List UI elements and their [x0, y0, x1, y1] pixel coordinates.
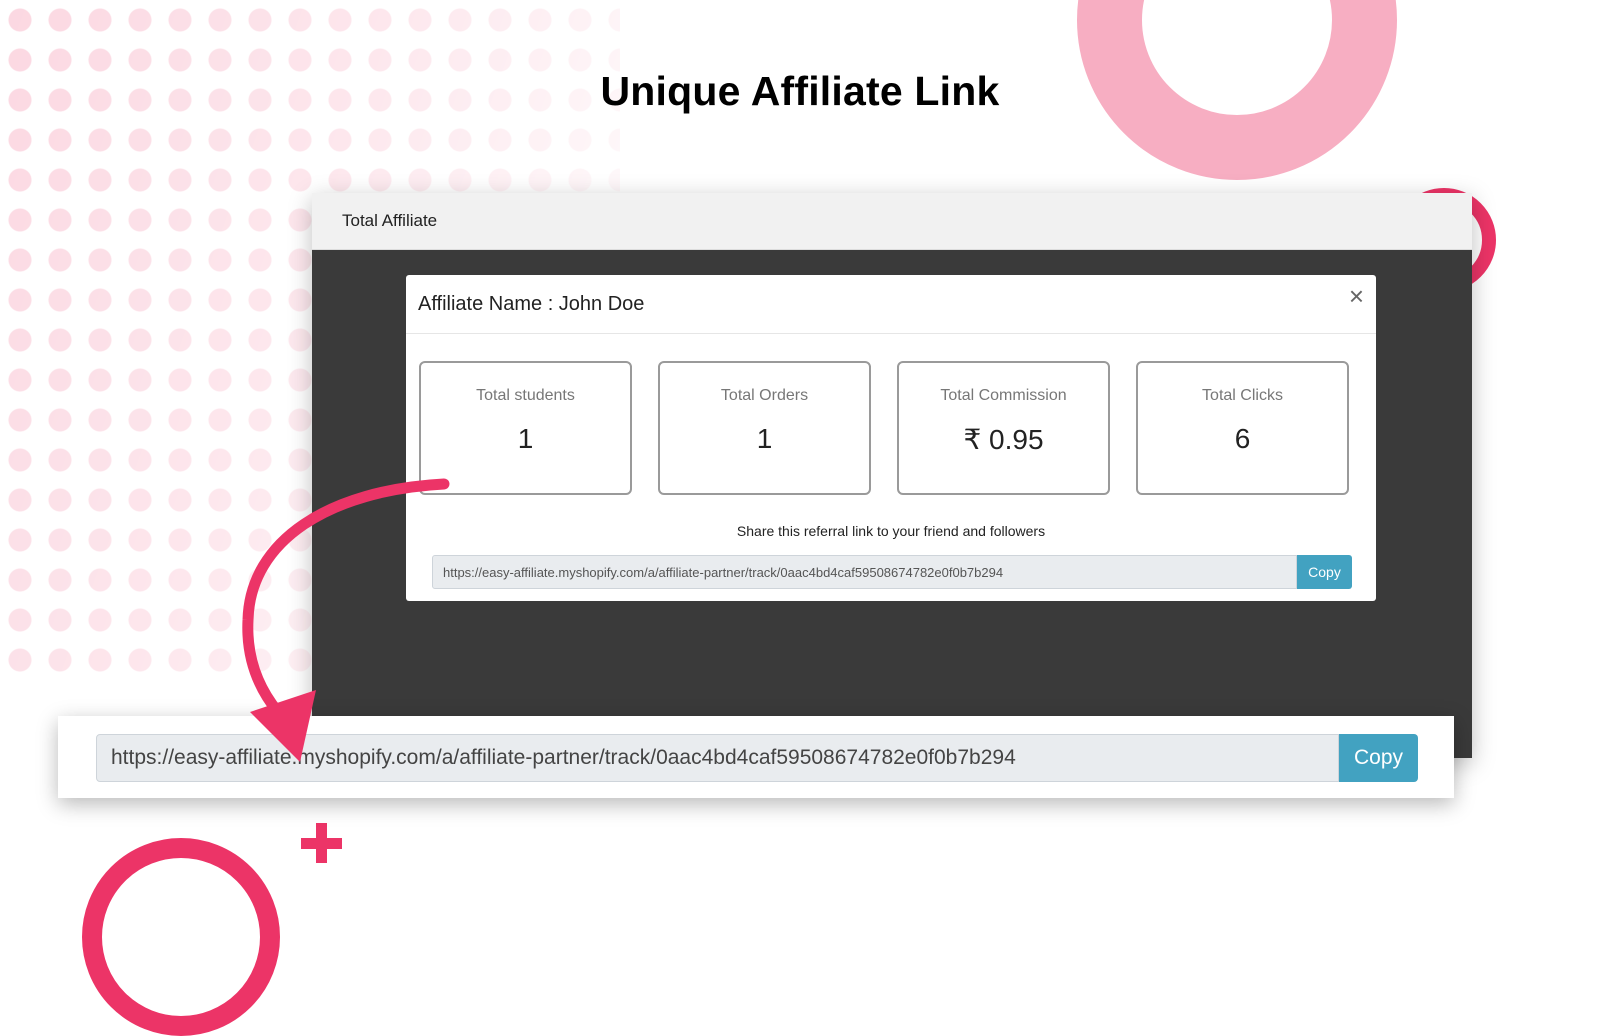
modal-title: Affiliate Name : John Doe [418, 292, 645, 315]
stat-value: 1 [756, 423, 773, 454]
stat-label: Total Commission [940, 387, 1067, 404]
zoomed-copy-button[interactable]: Copy [1339, 734, 1418, 782]
stat-label: Total students [476, 387, 575, 404]
slide-title: Unique Affiliate Link [600, 68, 1000, 114]
app-header: Total Affiliate [312, 193, 1472, 250]
affiliate-modal: Affiliate Name : John Doe × Total studen… [406, 275, 1376, 601]
referral-link-input[interactable] [432, 555, 1297, 589]
stats-row: Total students 1 Total Orders 1 Total Co… [419, 361, 1363, 499]
zoomed-link-panel: Copy [58, 716, 1454, 798]
zoomed-link-row: Copy [96, 734, 1418, 782]
stat-value: ₹ 0.95 [963, 424, 1044, 455]
stat-value: 6 [1234, 423, 1251, 454]
referral-link-row: Copy [432, 555, 1352, 589]
stat-card-students: Total students 1 [419, 361, 632, 495]
zoomed-referral-link-input[interactable] [96, 734, 1339, 782]
bottom-ring-decoration [82, 838, 280, 1036]
app-window: Total Affiliate Affiliate Name : John Do… [312, 193, 1472, 758]
stat-card-commission: Total Commission ₹ 0.95 [897, 361, 1110, 495]
copy-button[interactable]: Copy [1297, 555, 1352, 589]
stat-value: 1 [517, 423, 534, 454]
share-instructions: Share this referral link to your friend … [736, 523, 1046, 539]
close-icon[interactable]: × [1349, 281, 1364, 311]
stat-card-clicks: Total Clicks 6 [1136, 361, 1349, 495]
app-header-title: Total Affiliate [342, 211, 438, 230]
stat-label: Total Clicks [1202, 387, 1283, 404]
stat-card-orders: Total Orders 1 [658, 361, 871, 495]
stat-label: Total Orders [720, 387, 809, 404]
modal-header: Affiliate Name : John Doe × [406, 275, 1376, 334]
